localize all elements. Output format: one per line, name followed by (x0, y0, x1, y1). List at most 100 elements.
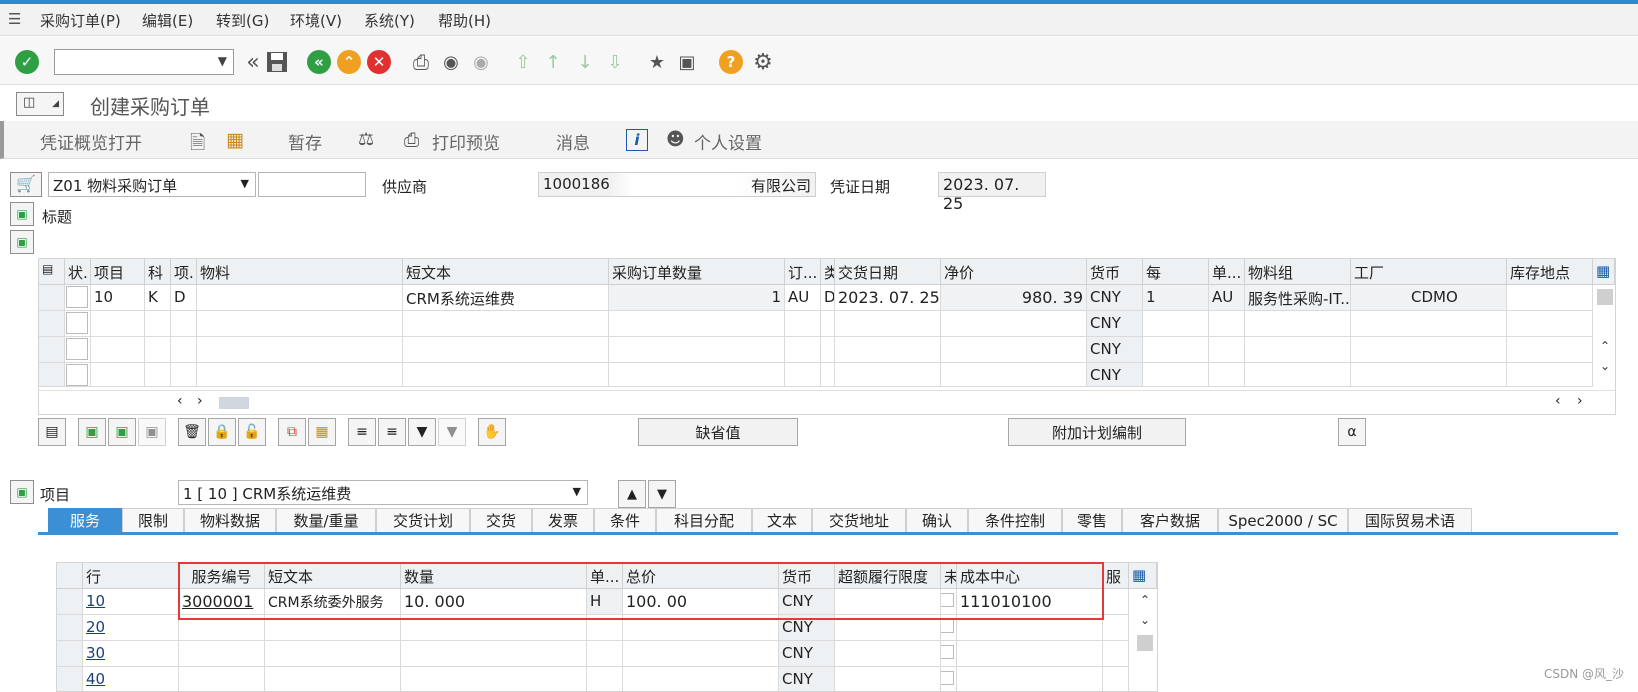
doc-date-field[interactable]: 2023. 07. 25 (938, 172, 1046, 213)
collapse-item-detail-icon[interactable]: ▣ (10, 480, 34, 504)
col-item[interactable]: 项目 (91, 259, 145, 285)
next-page-icon[interactable]: ↓ (572, 49, 598, 75)
print-icon[interactable]: ⎙ (408, 49, 434, 75)
tab-texts[interactable]: 文本 (752, 508, 812, 532)
help-button[interactable]: ? (718, 49, 744, 75)
col-service-more[interactable]: 服 (1103, 563, 1129, 589)
previous-item-button[interactable]: ▲ (618, 480, 646, 508)
col-material[interactable]: 物料 (197, 259, 403, 285)
cell-item[interactable] (91, 337, 145, 363)
check-document-icon[interactable]: ⚖ (358, 129, 380, 151)
cell-net-price[interactable]: 980. 39 (941, 285, 1087, 311)
cell-po-qty[interactable] (609, 337, 785, 363)
menu-edit[interactable]: 编辑(E) (142, 10, 193, 31)
tab-confirmations[interactable]: 确认 (906, 508, 968, 532)
personal-settings-button[interactable]: 个人设置 (694, 129, 762, 154)
tab-services[interactable]: 服务 (48, 508, 122, 532)
cell-cat[interactable] (171, 337, 197, 363)
add-planning-button[interactable]: 附加计划编制 (1008, 418, 1186, 446)
row-selector[interactable] (39, 337, 65, 363)
new-session-icon[interactable]: ★ (644, 49, 670, 75)
cell-date-type[interactable] (821, 311, 835, 337)
cell-unit[interactable] (1209, 337, 1245, 363)
expand-items-icon[interactable]: ▣ (10, 230, 34, 254)
cell-quantity[interactable] (401, 667, 587, 691)
tab-quantity-weight[interactable]: 数量/重量 (276, 508, 376, 532)
cell-plant[interactable] (1351, 363, 1507, 387)
cell-cat[interactable] (171, 363, 197, 387)
row-selector[interactable] (57, 615, 83, 641)
chevron-down-icon[interactable]: ▼ (218, 54, 227, 68)
scrollbar-thumb[interactable] (1137, 635, 1153, 651)
screen-menu-icon[interactable]: ◫ ◢ (16, 92, 64, 116)
save-button[interactable] (264, 49, 290, 75)
unlimited-checkbox[interactable] (941, 671, 954, 685)
cell-material[interactable] (197, 311, 403, 337)
cell-service-more[interactable] (1103, 667, 1129, 691)
col-storage-location[interactable]: 库存地点 (1507, 259, 1593, 285)
col-short-text[interactable]: 短文本 (403, 259, 609, 285)
tab-customer-data[interactable]: 客户数据 (1122, 508, 1218, 532)
unlimited-checkbox[interactable] (941, 619, 954, 633)
order-type-select[interactable]: Z01 物料采购订单 ▼ (48, 172, 256, 197)
cell-unit[interactable] (1209, 311, 1245, 337)
first-page-icon[interactable]: ⇧ (510, 49, 536, 75)
cell-order-unit[interactable] (785, 363, 821, 387)
cell-order-unit[interactable] (785, 337, 821, 363)
hold-button[interactable]: 暂存 (288, 129, 322, 154)
cell-date-type[interactable] (821, 337, 835, 363)
shortcut-icon[interactable]: ▣ (674, 49, 700, 75)
cell-unit[interactable]: AU (1209, 285, 1245, 311)
deselect-all-button[interactable]: ▣ (108, 418, 136, 446)
col-po-qty[interactable]: 采购订单数量 (609, 259, 785, 285)
info-icon[interactable]: i (626, 129, 648, 151)
cell-storage-location[interactable] (1507, 363, 1593, 387)
tab-invoice[interactable]: 发票 (532, 508, 594, 532)
cell-storage-location[interactable] (1507, 285, 1593, 311)
menu-goto[interactable]: 转到(G) (216, 10, 269, 31)
row-checkbox[interactable] (66, 312, 88, 334)
order-number-field[interactable] (258, 172, 366, 197)
cell-per[interactable] (1143, 311, 1209, 337)
cell-overfulfillment[interactable] (835, 641, 941, 667)
cell-material[interactable] (197, 363, 403, 387)
find-next-icon[interactable]: ◉ (468, 49, 494, 75)
cell-short-text[interactable] (403, 311, 609, 337)
vendor-field[interactable]: 1000186 有限公司 (538, 172, 816, 197)
sort-descending-button[interactable]: ≡ (378, 418, 406, 446)
tab-material-data[interactable]: 物料数据 (184, 508, 276, 532)
cell-plant[interactable] (1351, 311, 1507, 337)
exit-button[interactable]: ⌃ (336, 49, 362, 75)
col-material-group[interactable]: 物料组 (1245, 259, 1351, 285)
row-selector[interactable] (57, 667, 83, 691)
row-selector[interactable] (57, 641, 83, 667)
cell-per[interactable] (1143, 363, 1209, 387)
cell-overfulfillment[interactable] (835, 667, 941, 691)
cell-quantity[interactable] (401, 641, 587, 667)
menu-system[interactable]: 系统(Y) (364, 10, 415, 31)
cell-delivery-date[interactable] (835, 363, 941, 387)
row-selector[interactable] (39, 363, 65, 387)
cell-item[interactable]: 10 (91, 285, 145, 311)
tab-condition-control[interactable]: 条件控制 (968, 508, 1062, 532)
tab-retail[interactable]: 零售 (1062, 508, 1122, 532)
cell-po-qty[interactable] (609, 311, 785, 337)
col-per[interactable]: 每 (1143, 259, 1209, 285)
scroll-left-icon[interactable]: ‹ (1555, 393, 1561, 409)
tab-incoterms[interactable]: 国际贸易术语 (1348, 508, 1472, 532)
col-date-type[interactable]: 类 (821, 259, 835, 285)
tab-account-assignment[interactable]: 科目分配 (656, 508, 752, 532)
menu-environment[interactable]: 环境(V) (290, 10, 342, 31)
tab-delivery-schedule[interactable]: 交货计划 (376, 508, 470, 532)
menu-icon[interactable]: ☰ (8, 10, 21, 28)
col-net-price[interactable]: 净价 (941, 259, 1087, 285)
cell-service-number[interactable] (179, 667, 265, 691)
delete-button[interactable]: 🗑 (178, 418, 206, 446)
enter-button[interactable]: ✓ (14, 49, 40, 75)
tab-limits[interactable]: 限制 (122, 508, 184, 532)
scrollbar-thumb[interactable] (219, 397, 249, 409)
last-page-icon[interactable]: ⇩ (602, 49, 628, 75)
cell-po-qty[interactable]: 1 (609, 285, 785, 311)
scrollbar-thumb[interactable] (1597, 289, 1613, 305)
cell-date-type[interactable]: D (821, 285, 835, 311)
